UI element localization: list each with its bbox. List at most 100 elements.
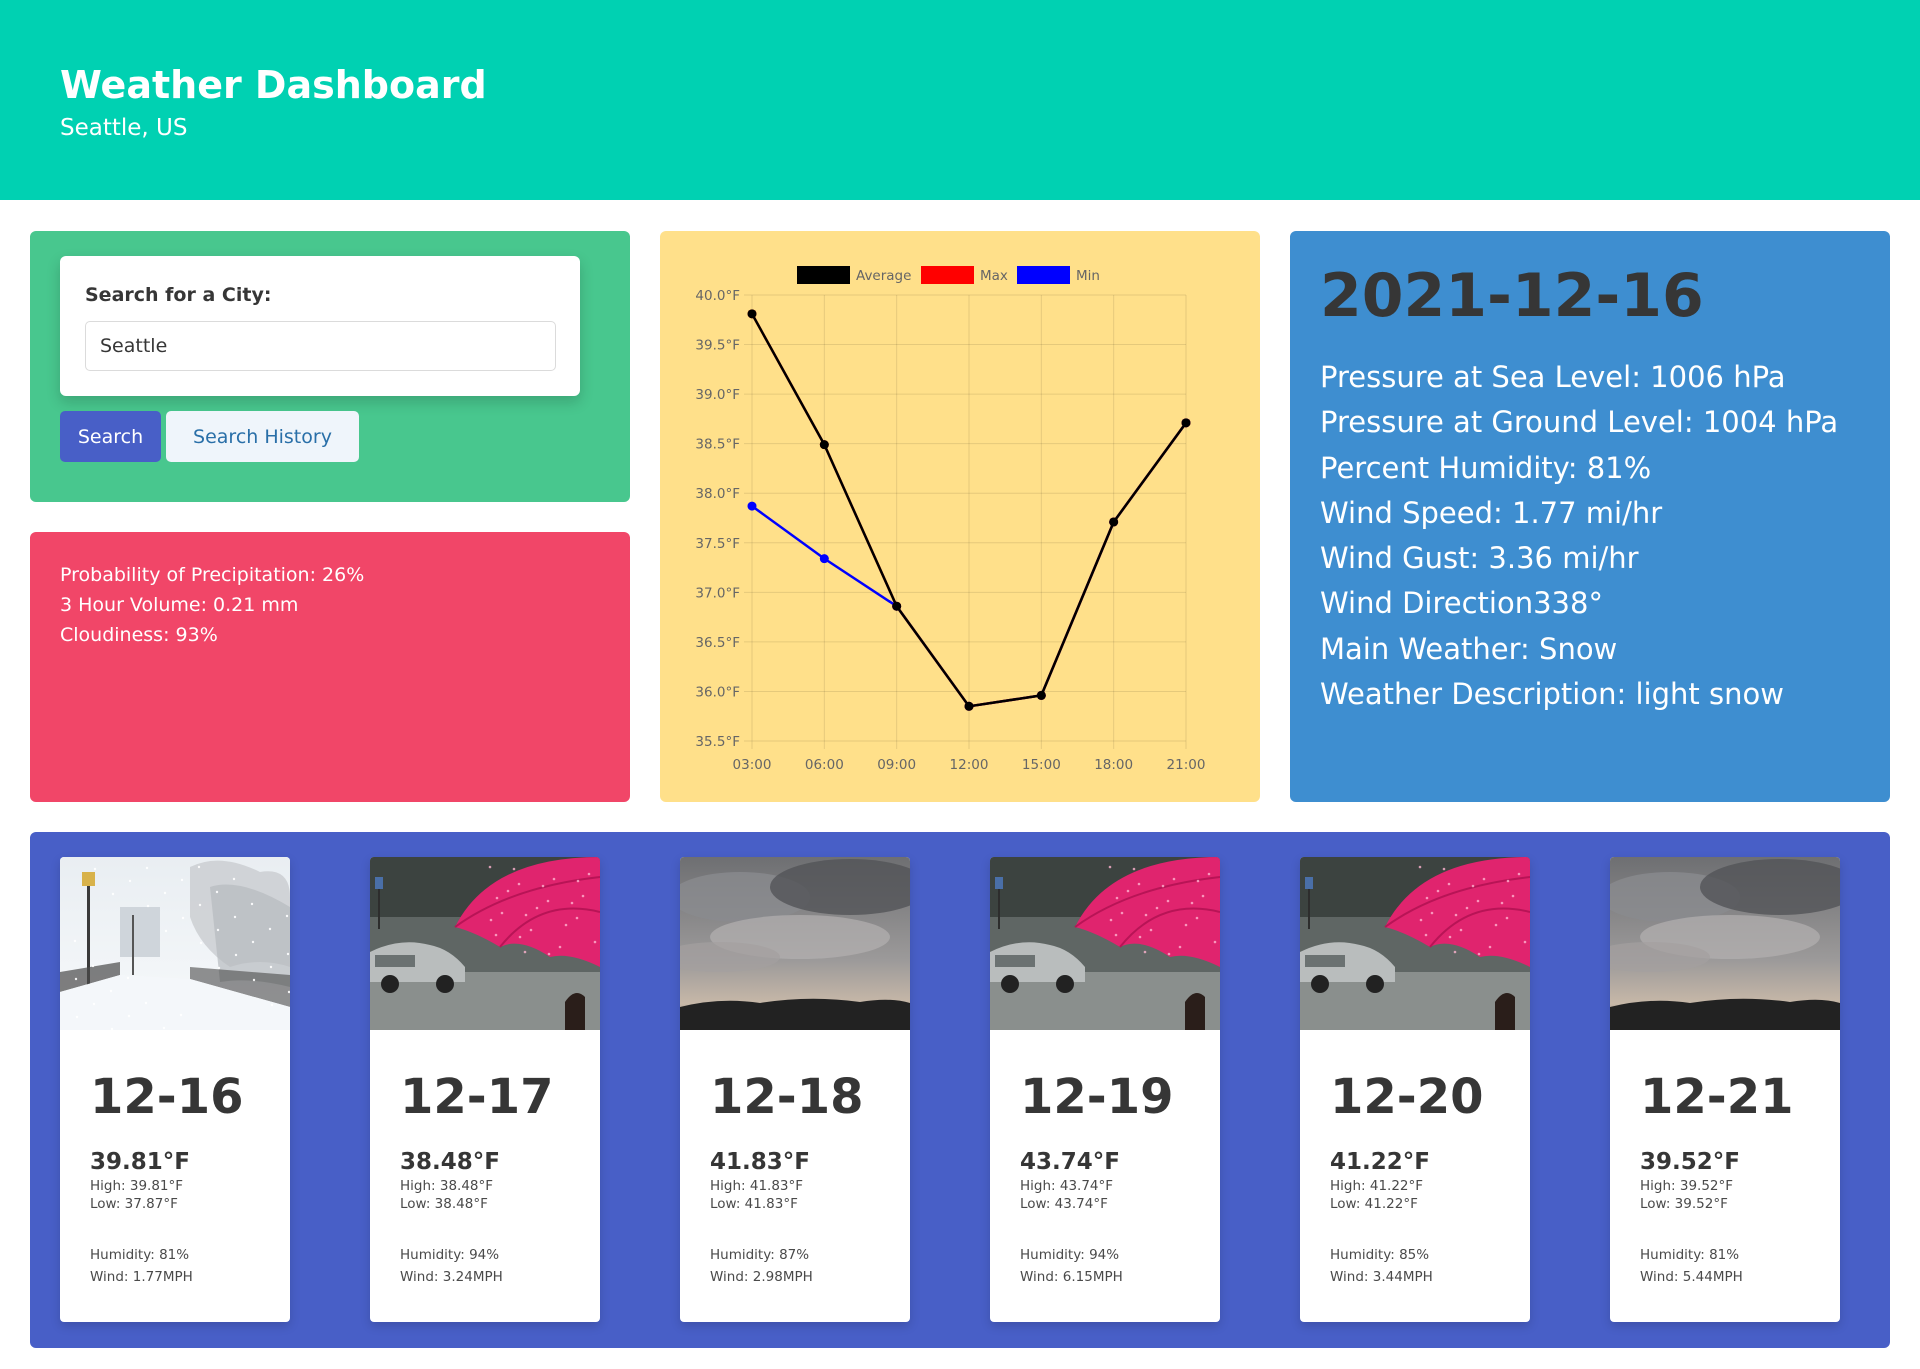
- forecast-panel: 12-16 39.81°F High: 39.81°F Low: 37.87°F…: [30, 832, 1890, 1348]
- rain-umbrella-image: [370, 857, 600, 1030]
- forecast-wind: Wind: 5.44MPH: [1640, 1269, 1743, 1285]
- cloudy-sky-image: [680, 857, 910, 1030]
- city-search-input[interactable]: [85, 321, 556, 371]
- forecast-card: 12-20 41.22°F High: 41.22°F Low: 41.22°F…: [1300, 857, 1530, 1322]
- page-title: Weather Dashboard: [60, 63, 487, 107]
- data-point-average: [964, 701, 974, 711]
- legend-label-average[interactable]: Average: [856, 268, 911, 284]
- data-point-average: [819, 440, 829, 450]
- forecast-date: 12-16: [90, 1069, 244, 1125]
- rain-umbrella-image: [990, 857, 1220, 1030]
- data-point-average: [747, 309, 757, 319]
- x-tick-label: 21:00: [1167, 757, 1206, 773]
- forecast-date: 12-17: [400, 1069, 554, 1125]
- data-point-average: [1109, 517, 1119, 527]
- y-tick-label: 36.5°F: [695, 635, 740, 651]
- forecast-temp: 38.48°F: [400, 1149, 500, 1175]
- legend-label-min[interactable]: Min: [1076, 268, 1100, 284]
- forecast-high: High: 39.81°F: [90, 1178, 184, 1194]
- forecast-low: Low: 41.83°F: [710, 1196, 798, 1212]
- temperature-chart: 40.0°F 39.5°F 39.0°F 38.5°F 38.0°F 37.5°F 37.0…: [695, 266, 1206, 773]
- data-point-average: [892, 601, 902, 611]
- precipitation-probability: Probability of Precipitation: 26%: [60, 564, 365, 586]
- cloudy-sky-illustration: [1610, 857, 1840, 1030]
- legend-swatch-min[interactable]: [1017, 266, 1070, 284]
- forecast-temp: 39.52°F: [1640, 1149, 1740, 1175]
- forecast-temp: 39.81°F: [90, 1149, 190, 1175]
- forecast-wind: Wind: 1.77MPH: [90, 1269, 193, 1285]
- data-point-min: [819, 554, 829, 564]
- today-details-panel: 2021-12-16 Pressure at Sea Level: 1006 h…: [1290, 231, 1890, 802]
- page-subtitle: Seattle, US: [60, 115, 188, 141]
- forecast-card: 12-21 39.52°F High: 39.52°F Low: 39.52°F…: [1610, 857, 1840, 1322]
- pressure-ground-level: Pressure at Ground Level: 1004 hPa: [1320, 405, 1839, 440]
- forecast-low: Low: 41.22°F: [1330, 1196, 1418, 1212]
- forecast-humidity: Humidity: 81%: [90, 1247, 190, 1263]
- snow-street-illustration: [60, 857, 290, 1030]
- forecast-date: 12-19: [1020, 1069, 1174, 1125]
- forecast-high: High: 39.52°F: [1640, 1178, 1734, 1194]
- forecast-wind: Wind: 6.15MPH: [1020, 1269, 1123, 1285]
- rain-umbrella-illustration: [370, 857, 600, 1030]
- forecast-humidity: Humidity: 94%: [400, 1247, 500, 1263]
- y-tick-label: 37.5°F: [695, 536, 740, 552]
- forecast-card: 12-19 43.74°F High: 43.74°F Low: 43.74°F…: [990, 857, 1220, 1322]
- forecast-humidity: Humidity: 94%: [1020, 1247, 1120, 1263]
- x-tick-label: 06:00: [805, 757, 844, 773]
- forecast-high: High: 41.83°F: [710, 1178, 804, 1194]
- wind-direction: Wind Direction338°: [1320, 586, 1603, 621]
- cloudiness: Cloudiness: 93%: [60, 624, 218, 646]
- search-button[interactable]: Search: [60, 411, 161, 462]
- forecast-temp: 41.83°F: [710, 1149, 810, 1175]
- today-stats: Pressure at Sea Level: 1006 hPa Pressure…: [1320, 355, 1838, 717]
- y-tick-label: 39.0°F: [695, 387, 740, 403]
- data-point-average: [1181, 418, 1191, 428]
- forecast-low: Low: 38.48°F: [400, 1196, 488, 1212]
- legend-swatch-average[interactable]: [797, 266, 850, 284]
- cloudy-sky-illustration: [680, 857, 910, 1030]
- forecast-card: 12-16 39.81°F High: 39.81°F Low: 37.87°F…: [60, 857, 290, 1322]
- forecast-wind: Wind: 3.44MPH: [1330, 1269, 1433, 1285]
- precipitation-panel: Probability of Precipitation: 26% 3 Hour…: [30, 532, 630, 802]
- main-weather: Main Weather: Snow: [1320, 631, 1618, 666]
- weather-description: Weather Description: light snow: [1320, 677, 1784, 712]
- forecast-high: High: 38.48°F: [400, 1178, 494, 1194]
- chart-grid: [744, 294, 1187, 749]
- x-tick-label: 15:00: [1022, 757, 1061, 773]
- x-tick-label: 18:00: [1094, 757, 1133, 773]
- today-date: 2021-12-16: [1320, 261, 1704, 331]
- search-history-button[interactable]: Search History: [166, 411, 359, 462]
- forecast-low: Low: 39.52°F: [1640, 1196, 1728, 1212]
- forecast-temp: 41.22°F: [1330, 1149, 1430, 1175]
- forecast-humidity: Humidity: 85%: [1330, 1247, 1430, 1263]
- forecast-card: 12-18 41.83°F High: 41.83°F Low: 41.83°F…: [680, 857, 910, 1322]
- forecast-date: 12-20: [1330, 1069, 1484, 1125]
- y-tick-label: 37.0°F: [695, 585, 740, 601]
- search-panel: Search for a City: Search Search History: [30, 231, 630, 502]
- forecast-wind: Wind: 2.98MPH: [710, 1269, 813, 1285]
- forecast-date: 12-18: [710, 1069, 864, 1125]
- forecast-date: 12-21: [1640, 1069, 1794, 1125]
- wind-speed: Wind Speed: 1.77 mi/hr: [1320, 495, 1663, 530]
- forecast-wind: Wind: 3.24MPH: [400, 1269, 503, 1285]
- snow-street-image: [60, 857, 290, 1030]
- y-tick-label: 35.5°F: [695, 734, 740, 750]
- forecast-high: High: 41.22°F: [1330, 1178, 1424, 1194]
- page-header: Weather Dashboard Seattle, US: [0, 0, 1920, 200]
- forecast-temp: 43.74°F: [1020, 1149, 1120, 1175]
- y-tick-label: 40.0°F: [695, 288, 740, 304]
- forecast-high: High: 43.74°F: [1020, 1178, 1114, 1194]
- percent-humidity: Percent Humidity: 81%: [1320, 450, 1652, 485]
- forecast-humidity: Humidity: 87%: [710, 1247, 810, 1263]
- wind-gust: Wind Gust: 3.36 mi/hr: [1320, 541, 1639, 576]
- pressure-sea-level: Pressure at Sea Level: 1006 hPa: [1320, 360, 1786, 394]
- search-box: Search for a City:: [60, 256, 580, 396]
- precipitation-volume: 3 Hour Volume: 0.21 mm: [60, 594, 299, 616]
- cloudy-sky-image: [1610, 857, 1840, 1030]
- x-tick-label: 03:00: [733, 757, 772, 773]
- legend-label-max[interactable]: Max: [980, 268, 1008, 284]
- search-label: Search for a City:: [85, 284, 272, 306]
- chart-legend: Average Max Min: [797, 266, 1100, 284]
- legend-swatch-max[interactable]: [921, 266, 974, 284]
- x-tick-label: 09:00: [877, 757, 916, 773]
